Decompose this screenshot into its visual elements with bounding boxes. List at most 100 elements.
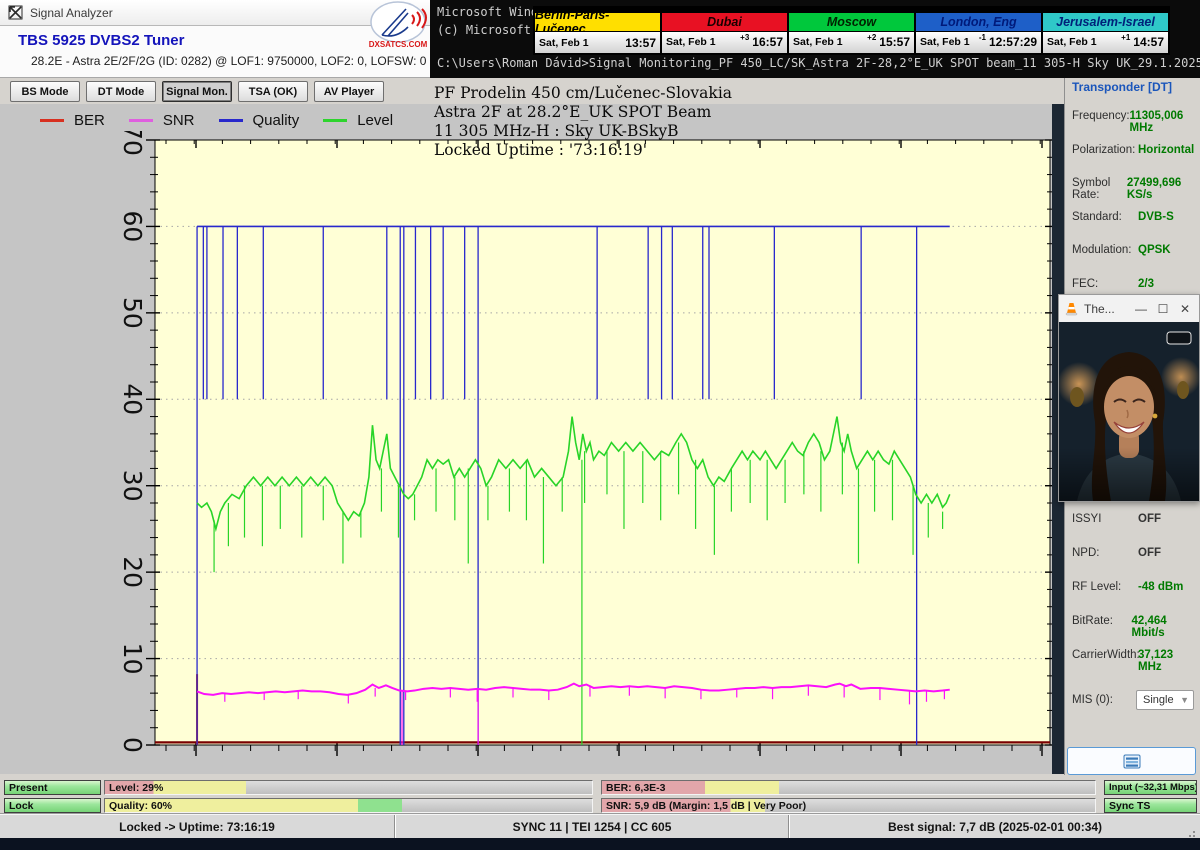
clock-time-row: Sat, Feb 1+114:57 — [1042, 32, 1169, 54]
transponder-row-standard: Standard:DVB-S — [1072, 211, 1196, 223]
clock-city: Jerusalem-Israel — [1042, 12, 1169, 32]
transponder-row-fec: FEC:2/3 — [1072, 278, 1196, 290]
field-label: Polarization: — [1072, 144, 1138, 156]
chart-legend: BER SNR Quality Level — [40, 109, 393, 131]
field-label: ISSYI — [1072, 513, 1138, 525]
logo-text: DXSATCS.COM — [369, 40, 428, 49]
legend-item-level: Level — [323, 112, 393, 129]
field-value: DVB-S — [1138, 211, 1174, 223]
tab-bs-mode[interactable]: BS Mode — [10, 81, 80, 102]
clock-date: Sat, Feb 1 — [539, 37, 589, 49]
field-label: Symbol Rate: — [1072, 177, 1127, 201]
taskbar-strip — [0, 838, 1200, 850]
clock-city: Dubai — [661, 12, 788, 32]
clock-berlin-paris-lu-enec: Berlin-Paris-LučenecSat, Feb 113:57 — [534, 12, 661, 54]
field-value: 11305,006 MHz — [1130, 110, 1196, 134]
status-bar: Locked -> Uptime: 73:16:19 SYNC 11 | TEI… — [0, 814, 1200, 838]
clock-time: 16:57 — [752, 35, 783, 49]
field-value: 37,123 MHz — [1138, 649, 1196, 673]
clock-jerusalem-israel: Jerusalem-IsraelSat, Feb 1+114:57 — [1042, 12, 1169, 54]
transponder-row-polarization: Polarization:Horizontal — [1072, 144, 1196, 156]
clock-utc-offset: -1 — [979, 32, 986, 42]
minimize-button[interactable]: — — [1133, 302, 1149, 316]
clock-city: London, Eng — [915, 12, 1042, 32]
tab-signal-mon[interactable]: Signal Mon. — [162, 81, 232, 102]
vlc-titlebar: The... — ☐ ✕ — [1059, 295, 1199, 322]
field-label: Frequency: — [1072, 110, 1130, 134]
legend-item-ber: BER — [40, 112, 105, 129]
level-bar: Level: 29% — [104, 780, 593, 795]
legend-label: SNR — [163, 112, 195, 129]
clock-dubai: Dubai Sat, Feb 1 +316:57 — [661, 12, 788, 54]
field-label: RF Level: — [1072, 581, 1138, 593]
vlc-window[interactable]: The... — ☐ ✕ — [1058, 294, 1200, 502]
clock-time-row: Sat, Feb 1 -112:57:29 — [915, 32, 1042, 54]
transponder-row-npd: NPD:OFF — [1072, 547, 1196, 559]
tab-tsa[interactable]: TSA (OK) — [238, 81, 308, 102]
transponder-header: Transponder [DT] — [1072, 80, 1172, 94]
chart-panel: BERSNRQualityLevel 010203040506070 PF Pr… — [0, 104, 1052, 774]
clock-date: Sat, Feb 1 — [666, 36, 716, 48]
status-uptime: Locked -> Uptime: 73:16:19 — [0, 815, 394, 838]
clock-time-row: Sat, Feb 1 13:57 — [534, 32, 661, 54]
clock-time: 15:57 — [879, 35, 910, 49]
terminal-line: (c) Microsoft — [437, 23, 538, 37]
dxsatcs-logo: DXSATCS.COM — [368, 1, 432, 51]
field-value: OFF — [1138, 547, 1161, 559]
field-label: FEC: — [1072, 278, 1138, 290]
status-sync: SYNC 11 | TEI 1254 | CC 605 — [396, 815, 788, 838]
clock-date: Sat, Feb 1 — [793, 36, 843, 48]
resize-grip[interactable] — [1188, 828, 1197, 837]
tab-dt-mode[interactable]: DT Mode — [86, 81, 156, 102]
legend-swatch — [129, 119, 153, 122]
device-title: TBS 5925 DVBS2 Tuner — [18, 32, 184, 49]
legend-swatch — [219, 119, 243, 122]
clock-utc-offset: +3 — [740, 32, 749, 42]
svg-text:10: 10 — [118, 643, 147, 675]
list-icon — [1123, 754, 1141, 769]
transponder-row-symbolrate: Symbol Rate:27499,696 KS/s — [1072, 177, 1196, 201]
record-list-button[interactable] — [1067, 747, 1196, 775]
tuning-info: 28.2E - Astra 2E/2F/2G (ID: 0282) @ LOF1… — [31, 54, 426, 68]
svg-text:70: 70 — [118, 131, 147, 156]
clock-time: 12:57:29 — [989, 35, 1037, 49]
window-title: Signal Analyzer — [30, 6, 113, 20]
present-indicator: Present — [4, 780, 101, 795]
legend-label: Quality — [253, 112, 300, 129]
field-value: 27499,696 KS/s — [1127, 177, 1196, 201]
transponder-row-carrierwidth: CarrierWidth:37,123 MHz — [1072, 649, 1196, 673]
svg-text:30: 30 — [118, 470, 147, 502]
tab-av-player[interactable]: AV Player — [314, 81, 384, 102]
svg-text:60: 60 — [118, 211, 147, 243]
clock-date: Sat, Feb 1 — [920, 36, 970, 48]
clock-time-row: Sat, Feb 1+215:57 — [788, 32, 915, 54]
transponder-row-frequency: Frequency:11305,006 MHz — [1072, 110, 1196, 134]
clock-date: Sat, Feb 1 — [1047, 36, 1097, 48]
snr-bar: SNR: 5,9 dB (Margin: 1,5 dB | Very Poor) — [601, 798, 1096, 813]
sync-ts-indicator: Sync TS — [1104, 798, 1197, 813]
field-label: Modulation: — [1072, 244, 1138, 256]
maximize-button[interactable]: ☐ — [1155, 302, 1171, 316]
legend-label: Level — [357, 112, 393, 129]
clock-city: Moscow — [788, 12, 915, 32]
field-label: BitRate: — [1072, 615, 1131, 639]
video-frame — [1059, 322, 1199, 501]
world-clocks: Berlin-Paris-LučenecSat, Feb 113:57Dubai… — [533, 6, 1170, 55]
status-best-signal: Best signal: 7,7 dB (2025-02-01 00:34) — [790, 815, 1200, 838]
quality-bar: Quality: 60% — [104, 798, 593, 813]
legend-label: BER — [74, 112, 105, 129]
mis-label: MIS (0): — [1072, 694, 1113, 706]
close-button[interactable]: ✕ — [1177, 302, 1193, 316]
legend-swatch — [323, 119, 347, 122]
transponder-row-rflevel: RF Level:-48 dBm — [1072, 581, 1196, 593]
app-icon — [8, 5, 23, 20]
terminal-line: Microsoft Wind — [437, 5, 538, 19]
input-indicator: Input (~32,31 Mbps) — [1104, 780, 1197, 795]
signal-chart: 010203040506070 — [0, 131, 1052, 772]
field-label: NPD: — [1072, 547, 1138, 559]
clock-time: 13:57 — [625, 36, 656, 50]
mis-dropdown[interactable]: Single ▼ — [1136, 690, 1194, 710]
field-label: CarrierWidth: — [1072, 649, 1138, 673]
desktop: Signal Analyzer TBS 5925 DVBS2 Tuner 28.… — [0, 0, 1200, 850]
clock-time: 14:57 — [1133, 35, 1164, 49]
